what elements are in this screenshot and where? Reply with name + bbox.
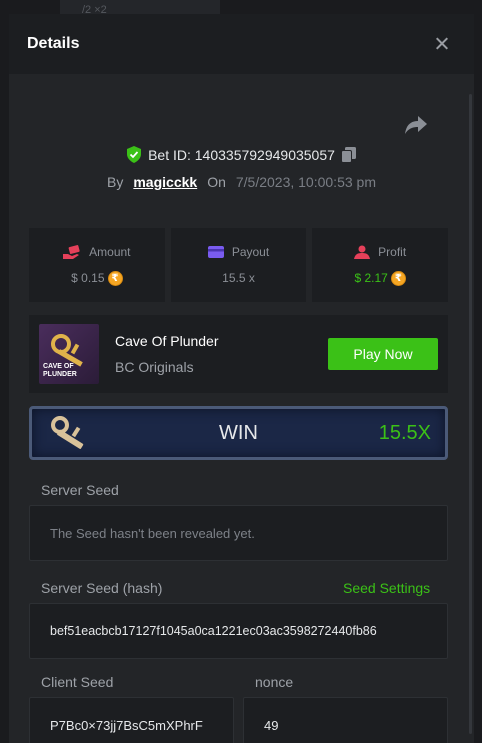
payout-label: Payout: [231, 245, 270, 259]
thumbnail-title: CAVE OF PLUNDER: [43, 363, 77, 378]
scrollbar[interactable]: [469, 94, 472, 734]
bet-details-modal: Details Bet ID: 140335792949035057 By ma…: [9, 14, 474, 743]
bet-date: 7/5/2023, 10:00:53 pm: [235, 174, 376, 190]
money-hand-icon: [63, 244, 80, 259]
background-toolbar: /2 ×2: [60, 0, 220, 16]
amount-value: $ 0.15: [71, 271, 105, 285]
game-provider: BC Originals: [115, 359, 194, 375]
bet-author-row: By magicckk On 7/5/2023, 10:00:53 pm: [9, 174, 474, 190]
profit-user-icon: [354, 245, 371, 259]
game-card: CAVE OF PLUNDER Cave Of Plunder BC Origi…: [29, 315, 448, 393]
result-banner: WIN 15.5X: [29, 406, 448, 460]
amount-stat: Amount $ 0.15 ₹: [29, 228, 165, 302]
seed-settings-link[interactable]: Seed Settings: [343, 580, 430, 596]
username-link[interactable]: magicckk: [133, 174, 197, 190]
nonce-label: nonce: [255, 674, 294, 690]
client-seed-field[interactable]: P7Bc0×73jj7BsC5mXPhrF: [29, 697, 234, 743]
modal-title: Details: [27, 35, 80, 52]
game-name[interactable]: Cave Of Plunder: [115, 333, 219, 349]
payout-value: 15.5 x: [222, 271, 255, 285]
rupee-coin-icon: ₹: [107, 270, 123, 286]
amount-label: Amount: [89, 244, 131, 259]
server-seed-label: Server Seed: [41, 482, 119, 498]
bet-id-row: Bet ID: 140335792949035057: [9, 146, 474, 163]
share-icon[interactable]: [404, 114, 428, 136]
server-seed-field[interactable]: The Seed hasn't been revealed yet.: [29, 505, 448, 561]
profit-label: Profit: [378, 244, 407, 259]
copy-icon[interactable]: [340, 146, 357, 163]
card-icon: [207, 246, 224, 258]
on-label: On: [207, 174, 226, 190]
modal-header: Details: [9, 14, 474, 74]
close-icon[interactable]: [432, 34, 452, 54]
game-thumbnail[interactable]: CAVE OF PLUNDER: [39, 324, 99, 384]
profit-value: $ 2.17: [354, 271, 388, 285]
bet-id: Bet ID: 140335792949035057: [148, 146, 335, 163]
result-multiplier: 15.5X: [378, 421, 431, 444]
server-seed-hash-field[interactable]: bef51eacbcb17127f1045a0ca1221ec03ac35982…: [29, 603, 448, 659]
nonce-field[interactable]: 49: [243, 697, 448, 743]
profit-stat: Profit $ 2.17 ₹: [312, 228, 449, 302]
verified-shield-icon: [127, 146, 142, 163]
play-now-button[interactable]: Play Now: [328, 338, 438, 370]
server-seed-hash-label: Server Seed (hash): [41, 580, 163, 596]
rupee-coin-icon: ₹: [390, 270, 406, 286]
client-seed-label: Client Seed: [41, 674, 114, 690]
by-label: By: [107, 174, 124, 190]
stats-row: Amount $ 0.15 ₹ Payout 15.5 x Profit $ 2…: [29, 228, 449, 302]
payout-stat: Payout 15.5 x: [170, 228, 307, 302]
